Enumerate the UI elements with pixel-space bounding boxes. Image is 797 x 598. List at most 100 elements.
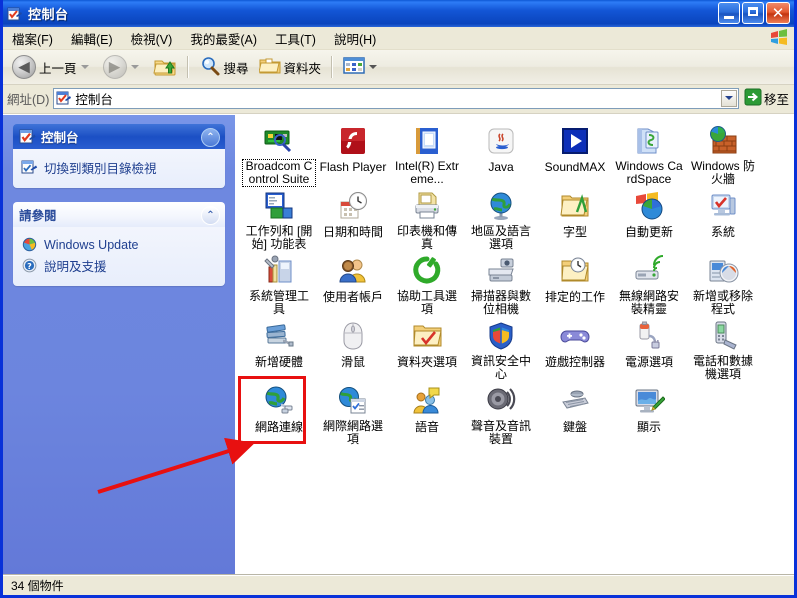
control-panel-item-label: SoundMAX [544, 160, 606, 174]
sidebar-link-label: Windows Update [44, 237, 139, 252]
sidebar-item-help-and-support[interactable]: ? 說明及支援 [21, 256, 217, 275]
control-panel-item[interactable]: 日期和時間 [317, 186, 389, 239]
control-panel-item[interactable]: Broadcom Control Suite [242, 121, 316, 187]
views-button[interactable] [338, 51, 386, 83]
control-panel-item[interactable]: 協助工具選項 [391, 251, 463, 316]
panel-control-panel-header[interactable]: 控制台 ⌃ [13, 124, 225, 149]
control-panel-item[interactable]: 資料夾選項 [391, 316, 463, 369]
control-panel-item[interactable]: 電話和數據機選項 [687, 316, 759, 381]
panel-title: 控制台 [41, 131, 79, 145]
control-panel-item-label: 網路連線 [254, 420, 303, 434]
menu-bar: 檔案(F) 編輯(E) 檢視(V) 我的最愛(A) 工具(T) 說明(H) [3, 27, 794, 50]
toolbar-separator-2 [331, 56, 334, 78]
control-panel-item[interactable]: 遊戲控制器 [539, 316, 611, 369]
back-dropdown-icon[interactable] [80, 65, 89, 69]
control-panel-item[interactable]: 資訊安全中心 [465, 316, 537, 381]
address-label: 網址(D) [7, 92, 50, 107]
menu-favorites[interactable]: 我的最愛(A) [181, 27, 266, 50]
up-button[interactable] [148, 51, 182, 83]
control-panel-item-label: Flash Player [319, 160, 387, 174]
cardspace-icon [613, 121, 685, 157]
scheduled-tasks-icon [539, 251, 611, 287]
folders-button[interactable]: 資料夾 [254, 51, 327, 83]
control-panel-item-label: 電話和數據機選項 [692, 354, 753, 381]
menu-edit[interactable]: 編輯(E) [62, 27, 122, 50]
search-icon [199, 55, 221, 80]
network-connections-icon [243, 381, 315, 417]
control-panel-item[interactable]: 顯示 [613, 381, 685, 434]
add-remove-programs-icon [687, 251, 759, 287]
control-panel-item-label: 系統管理工具 [248, 289, 309, 316]
control-panel-icon [19, 128, 36, 145]
close-button[interactable]: ✕ [766, 2, 790, 24]
menu-help[interactable]: 說明(H) [325, 27, 385, 50]
panel-see-also-header[interactable]: 請參閱 ⌃ [13, 202, 225, 227]
forward-button[interactable]: ▶ [98, 51, 148, 83]
sidebar-item-switch-to-category-view[interactable]: 切換到類別目錄檢視 [21, 158, 217, 177]
control-panel-item-label: 遊戲控制器 [544, 355, 605, 369]
address-dropdown-icon[interactable] [720, 89, 737, 107]
control-panel-item[interactable]: 系統 [687, 186, 759, 239]
control-panel-item[interactable]: 網路連線 [243, 381, 315, 434]
control-panel-window: 控制台 ✕ 檔案(F) 編輯(E) 檢視(V) 我的最愛(A) 工具(T) 說明… [0, 0, 797, 598]
menu-tools[interactable]: 工具(T) [266, 27, 325, 50]
control-panel-item[interactable]: Java [465, 121, 537, 174]
control-panel-item[interactable]: 字型 [539, 186, 611, 239]
control-panel-item[interactable]: 地區及語言選項 [465, 186, 537, 251]
address-input[interactable]: 控制台 [53, 87, 739, 109]
icon-list-view[interactable]: Broadcom Control Suite Flash Player Intel(… [235, 115, 794, 574]
control-panel-item[interactable]: 使用者帳戶 [317, 251, 389, 304]
control-panel-item[interactable]: Windows CardSpace [613, 121, 685, 186]
window-controls: ✕ [718, 2, 790, 24]
control-panel-item[interactable]: 系統管理工具 [243, 251, 315, 316]
back-button[interactable]: ◀ 上一頁 [7, 51, 98, 83]
folder-icon [257, 56, 281, 79]
control-panel-item[interactable]: 自動更新 [613, 186, 685, 239]
control-panel-item[interactable]: Intel(R) Extreme... [391, 121, 463, 186]
forward-dropdown-icon[interactable] [130, 65, 139, 69]
flash-player-icon [317, 121, 389, 157]
toolbar-separator-1 [186, 56, 189, 78]
control-panel-item[interactable]: 新增硬體 [243, 316, 315, 369]
control-panel-item[interactable]: 滑鼠 [317, 316, 389, 369]
menu-file[interactable]: 檔案(F) [3, 27, 62, 50]
address-control-panel-icon [56, 90, 72, 106]
toolbar: ◀ 上一頁 ▶ 搜尋 資料夾 [3, 50, 794, 85]
control-panel-item[interactable]: 工作列和 [開始] 功能表 [243, 186, 315, 251]
control-panel-item[interactable]: Windows 防火牆 [687, 121, 759, 186]
views-dropdown-icon[interactable] [369, 65, 378, 69]
search-button[interactable]: 搜尋 [194, 51, 254, 83]
control-panel-item[interactable]: Flash Player [317, 121, 389, 174]
control-panel-item[interactable]: SoundMAX [539, 121, 611, 174]
date-time-icon [317, 186, 389, 222]
control-panel-item[interactable]: 排定的工作 [539, 251, 611, 304]
control-panel-item[interactable]: 印表機和傳真 [391, 186, 463, 251]
control-panel-item-label: 系統 [710, 225, 735, 239]
menu-view[interactable]: 檢視(V) [122, 27, 182, 50]
control-panel-item[interactable]: 聲音及音訊裝置 [465, 381, 537, 446]
control-panel-item[interactable]: 無線網路安裝精靈 [613, 251, 685, 316]
title-bar[interactable]: 控制台 ✕ [3, 0, 794, 27]
minimize-button[interactable] [718, 2, 740, 24]
control-panel-item[interactable]: 語音 [391, 381, 463, 434]
control-panel-item[interactable]: 電源選項 [613, 316, 685, 369]
go-button[interactable]: 移至 [744, 88, 789, 109]
add-hardware-icon [243, 316, 315, 352]
windows-update-icon [21, 236, 38, 253]
firewall-icon [687, 121, 759, 157]
control-panel-item[interactable]: 鍵盤 [539, 381, 611, 434]
control-panel-item-label: 地區及語言選項 [470, 224, 531, 251]
display-icon [613, 381, 685, 417]
control-panel-item[interactable]: 網際網路選項 [317, 381, 389, 446]
control-panel-item-label: 掃描器與數位相機 [470, 289, 531, 316]
chevron-up-icon[interactable]: ⌃ [201, 128, 220, 147]
panel-title: 請參閱 [19, 209, 57, 223]
chevron-up-icon[interactable]: ⌃ [201, 206, 220, 225]
control-panel-item[interactable]: 新增或移除程式 [687, 251, 759, 316]
sidebar-item-windows-update[interactable]: Windows Update [21, 236, 217, 253]
control-panel-item[interactable]: 掃描器與數位相機 [465, 251, 537, 316]
folder-options-icon [391, 316, 463, 352]
maximize-button[interactable] [742, 2, 764, 24]
up-folder-icon [152, 55, 177, 80]
control-panel-item-label: 印表機和傳真 [396, 224, 457, 251]
